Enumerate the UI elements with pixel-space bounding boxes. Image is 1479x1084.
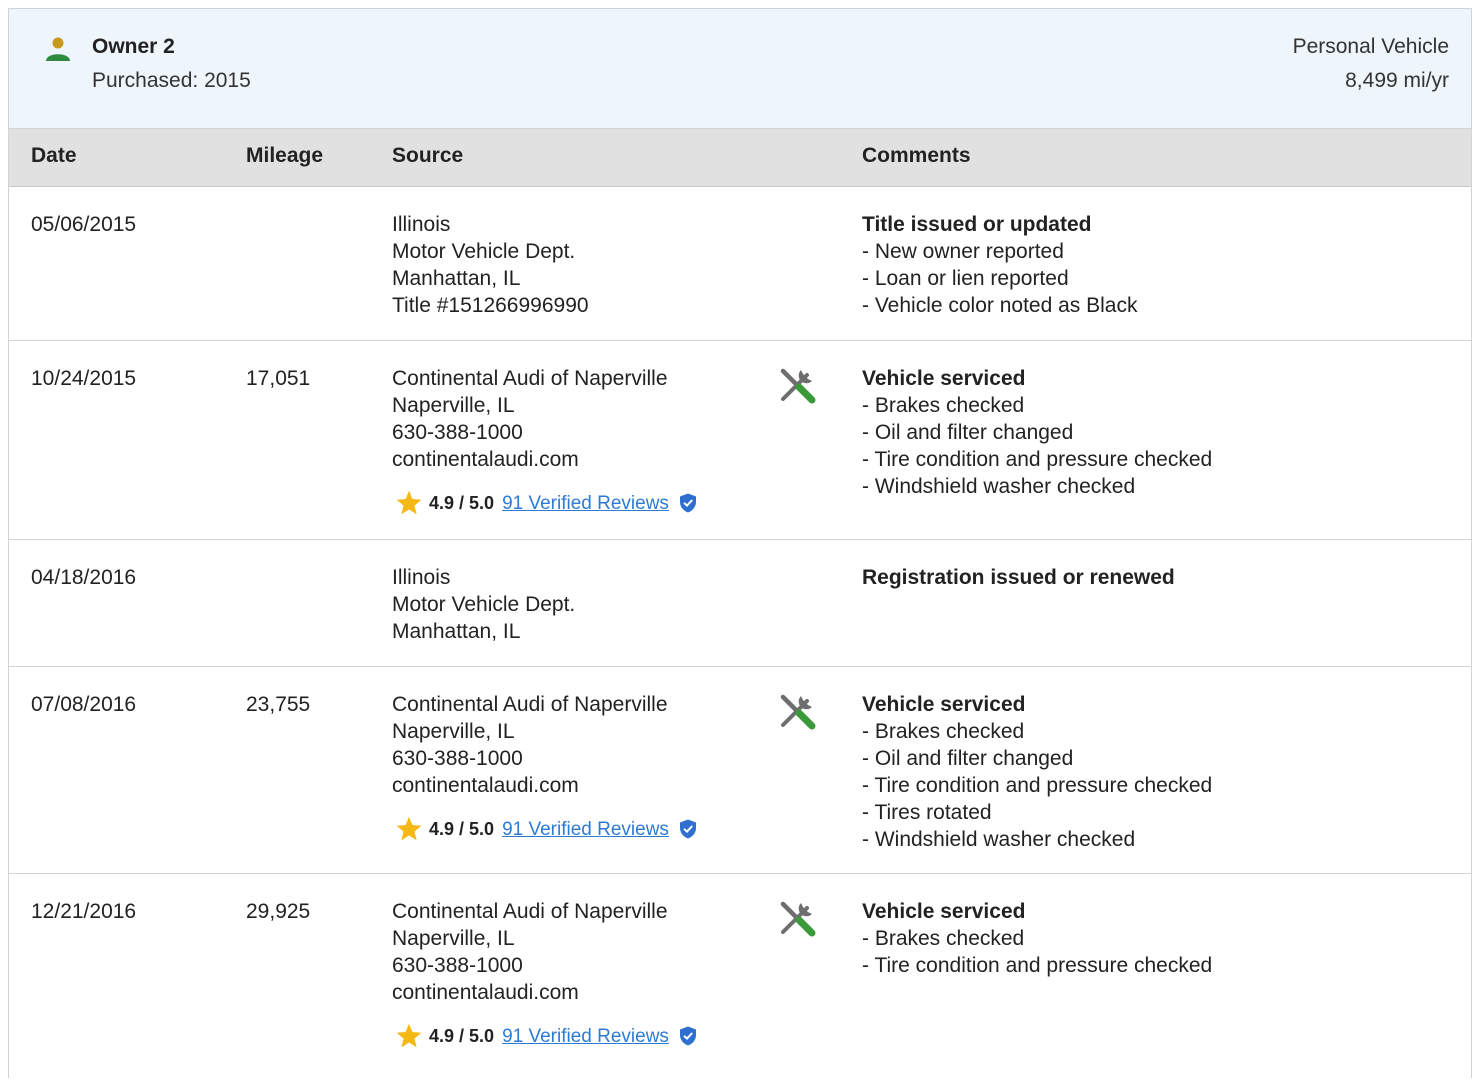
dealer-location: Naperville, IL xyxy=(392,394,515,417)
dealer-name: Continental Audi of Naperville xyxy=(392,693,668,716)
row-source: Illinois Motor Vehicle Dept. Manhattan, … xyxy=(392,211,589,319)
source-line: Motor Vehicle Dept. xyxy=(392,593,576,616)
comment-title: Vehicle serviced xyxy=(862,367,1026,390)
comment-item: - Tire condition and pressure checked xyxy=(862,774,1213,797)
row-date: 04/18/2016 xyxy=(31,566,137,589)
comment-title: Vehicle serviced xyxy=(862,693,1026,716)
verified-reviews-link[interactable]: 91 Verified Reviews xyxy=(502,1023,669,1050)
dealer-location: Naperville, IL xyxy=(392,720,515,743)
table-row: 04/18/2016 Illinois Motor Vehicle Dept. … xyxy=(9,540,1471,667)
owner-history-panel: Owner 2 Purchased: 2015 Personal Vehicle… xyxy=(8,8,1472,1078)
person-icon xyxy=(46,37,70,61)
row-mileage: 29,925 xyxy=(246,900,311,923)
dealer-phone: 630-388-1000 xyxy=(392,954,523,977)
owner-miles-per-year: 8,499 mi/yr xyxy=(1345,69,1449,92)
row-mileage: 17,051 xyxy=(246,367,311,390)
source-line: Motor Vehicle Dept. xyxy=(392,240,576,263)
header-comments: Comments xyxy=(862,144,971,167)
dealer-website: continentalaudi.com xyxy=(392,774,579,797)
dealer-rating: 4.9 / 5.0 91 Verified Reviews xyxy=(392,814,697,844)
row-comments: Vehicle serviced - Brakes checked - Oil … xyxy=(862,691,1212,853)
tools-icon xyxy=(780,901,816,937)
table-row: 05/06/2015 Illinois Motor Vehicle Dept. … xyxy=(9,187,1471,341)
comment-item: - Vehicle color noted as Black xyxy=(862,294,1138,317)
row-comments: Vehicle serviced - Brakes checked - Oil … xyxy=(862,365,1212,500)
header-date: Date xyxy=(31,144,77,167)
comment-item: - New owner reported xyxy=(862,240,1064,263)
comment-item: - Windshield washer checked xyxy=(862,828,1136,851)
comment-item: - Tires rotated xyxy=(862,801,992,824)
dealer-website: continentalaudi.com xyxy=(392,448,579,471)
row-date: 07/08/2016 xyxy=(31,693,137,716)
row-comments: Registration issued or renewed xyxy=(862,564,1175,591)
shield-check-icon xyxy=(679,493,696,513)
row-source: Continental Audi of Naperville Napervill… xyxy=(392,365,697,518)
row-mileage: 23,755 xyxy=(246,693,311,716)
dealer-rating: 4.9 / 5.0 91 Verified Reviews xyxy=(392,488,697,518)
source-line: Illinois xyxy=(392,566,451,589)
header-source: Source xyxy=(392,144,464,167)
row-date: 05/06/2015 xyxy=(31,213,137,236)
comment-item: - Oil and filter changed xyxy=(862,421,1074,444)
row-comments: Vehicle serviced - Brakes checked - Tire… xyxy=(862,898,1212,979)
dealer-name: Continental Audi of Naperville xyxy=(392,900,668,923)
rating-value: 4.9 / 5.0 xyxy=(429,492,495,513)
tools-icon xyxy=(780,694,816,730)
tools-icon xyxy=(780,368,816,404)
dealer-rating: 4.9 / 5.0 91 Verified Reviews xyxy=(392,1021,697,1051)
owner-vehicle-type: Personal Vehicle xyxy=(1292,35,1449,58)
source-line: Title #151266996990 xyxy=(392,294,589,317)
comment-title: Title issued or updated xyxy=(862,213,1092,236)
comment-item: - Brakes checked xyxy=(862,394,1025,417)
comment-item: - Oil and filter changed xyxy=(862,747,1074,770)
row-source: Illinois Motor Vehicle Dept. Manhattan, … xyxy=(392,564,575,645)
header-mileage: Mileage xyxy=(246,144,324,167)
table-header: Date Mileage Source Comments xyxy=(9,129,1471,187)
star-icon xyxy=(396,816,422,841)
verified-reviews-link[interactable]: 91 Verified Reviews xyxy=(502,816,669,843)
source-line: Manhattan, IL xyxy=(392,620,521,643)
dealer-website: continentalaudi.com xyxy=(392,981,579,1004)
rating-value: 4.9 / 5.0 xyxy=(429,818,495,839)
row-date: 12/21/2016 xyxy=(31,900,137,923)
verified-reviews-link[interactable]: 91 Verified Reviews xyxy=(502,490,669,517)
dealer-name: Continental Audi of Naperville xyxy=(392,367,668,390)
comment-item: - Tire condition and pressure checked xyxy=(862,448,1213,471)
source-line: Illinois xyxy=(392,213,451,236)
shield-check-icon xyxy=(679,819,696,839)
owner-purchased: Purchased: 2015 xyxy=(92,69,251,92)
star-icon xyxy=(396,1023,422,1048)
row-comments: Title issued or updated - New owner repo… xyxy=(862,211,1137,319)
comment-title: Registration issued or renewed xyxy=(862,566,1175,589)
comment-item: - Loan or lien reported xyxy=(862,267,1069,290)
row-source: Continental Audi of Naperville Napervill… xyxy=(392,898,697,1051)
owner-title: Owner 2 xyxy=(92,35,175,58)
row-source: Continental Audi of Naperville Napervill… xyxy=(392,691,697,844)
source-line: Manhattan, IL xyxy=(392,267,521,290)
shield-check-icon xyxy=(679,1026,696,1046)
row-date: 10/24/2015 xyxy=(31,367,137,390)
dealer-location: Naperville, IL xyxy=(392,927,515,950)
table-row: 07/08/2016 23,755 Continental Audi of Na… xyxy=(9,667,1471,874)
rating-value: 4.9 / 5.0 xyxy=(429,1025,495,1046)
dealer-phone: 630-388-1000 xyxy=(392,421,523,444)
table-row: 10/24/2015 17,051 Continental Audi of Na… xyxy=(9,341,1471,540)
comment-item: - Brakes checked xyxy=(862,927,1025,950)
comment-title: Vehicle serviced xyxy=(862,900,1026,923)
star-icon xyxy=(396,490,422,515)
dealer-phone: 630-388-1000 xyxy=(392,747,523,770)
table-row: 12/21/2016 29,925 Continental Audi of Na… xyxy=(9,874,1471,1084)
owner-header: Owner 2 Purchased: 2015 Personal Vehicle… xyxy=(9,9,1471,129)
comment-item: - Tire condition and pressure checked xyxy=(862,954,1213,977)
comment-item: - Brakes checked xyxy=(862,720,1025,743)
comment-item: - Windshield washer checked xyxy=(862,475,1136,498)
